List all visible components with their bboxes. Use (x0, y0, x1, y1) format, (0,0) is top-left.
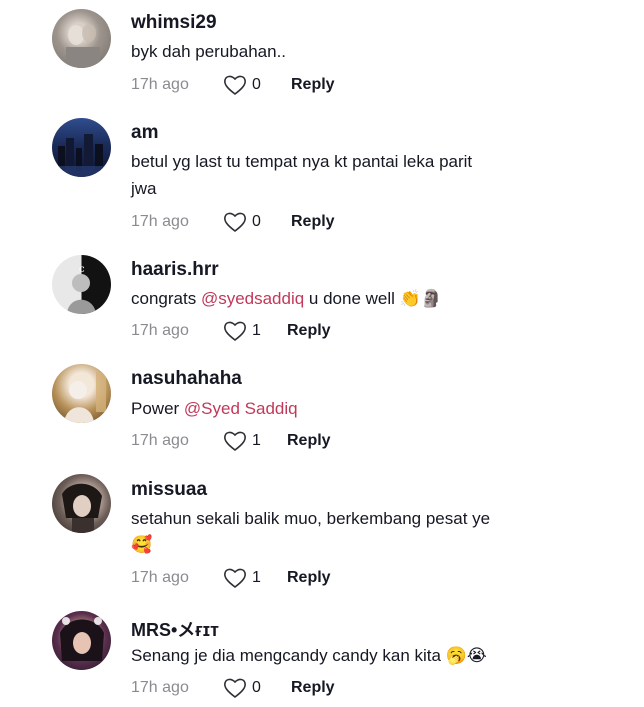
avatar[interactable] (52, 474, 111, 533)
reply-button[interactable]: Reply (287, 432, 331, 450)
heart-outline-icon[interactable] (223, 677, 247, 699)
comment-username[interactable]: nasuhahaha (131, 368, 242, 390)
comment-meta: 17h ago 1 Reply (131, 320, 431, 344)
comment-meta: 17h ago 0 Reply (131, 211, 431, 235)
comment-text-prefix: Power (131, 399, 184, 418)
reply-button[interactable]: Reply (287, 322, 331, 340)
avatar[interactable]: c (52, 255, 111, 314)
comment-timestamp: 17h ago (131, 76, 189, 93)
avatar[interactable] (52, 9, 111, 68)
comment-timestamp: 17h ago (131, 213, 189, 230)
like-count: 0 (252, 213, 261, 230)
comment-username[interactable]: am (131, 122, 158, 144)
reply-button[interactable]: Reply (287, 569, 331, 587)
comment-text: Senang je dia mengcandy candy kan kita 🥱… (131, 642, 551, 670)
comment-timestamp: 17h ago (131, 679, 189, 696)
comment-text: setahun sekali balik muo, berkembang pes… (131, 505, 551, 559)
comment-text: byk dah perubahan.. (131, 38, 551, 65)
svg-text:c: c (79, 264, 85, 275)
heart-outline-icon[interactable] (223, 320, 247, 342)
avatar[interactable] (52, 611, 111, 670)
comment-username[interactable]: haaris.hrr (131, 259, 219, 281)
comment-meta: 17h ago 0 Reply (131, 74, 431, 98)
comment-text-line: jwa (131, 179, 157, 198)
comment-text-prefix: Senang je dia mengcandy candy kan kita (131, 646, 446, 665)
comment-text-suffix: u done well (304, 289, 400, 308)
emoji-yawn-sob: 🥱😭 (445, 646, 487, 666)
comment-username[interactable]: missuaa (131, 479, 207, 501)
comment-text-line: betul yg last tu tempat nya kt pantai le… (131, 152, 473, 171)
comment-meta: 17h ago 1 Reply (131, 430, 431, 454)
reply-button[interactable]: Reply (291, 679, 335, 697)
comment-text-line: setahun sekali balik muo, berkembang pes… (131, 509, 491, 528)
mention-link[interactable]: @Syed Saddiq (184, 399, 298, 418)
comment-text-prefix: congrats (131, 289, 201, 308)
comment-meta: 17h ago 0 Reply (131, 677, 431, 701)
like-count: 0 (252, 679, 261, 696)
heart-outline-icon[interactable] (223, 430, 247, 452)
heart-outline-icon[interactable] (223, 74, 247, 96)
like-count: 1 (252, 322, 261, 339)
like-count: 0 (252, 76, 261, 93)
like-count: 1 (252, 432, 261, 449)
comment-text: Power @Syed Saddiq (131, 395, 551, 422)
comment-text-line: byk dah perubahan.. (131, 42, 287, 61)
avatar[interactable] (52, 118, 111, 177)
comment-timestamp: 17h ago (131, 432, 189, 449)
emoji-clap-moai: 👏🗿 (399, 289, 442, 309)
emoji-smiling-hearts: 🥰 (131, 535, 153, 555)
comment-timestamp: 17h ago (131, 569, 189, 586)
mention-link[interactable]: @syedsaddiq (201, 289, 304, 308)
heart-outline-icon[interactable] (223, 211, 247, 233)
like-count: 1 (252, 569, 261, 586)
comment-text: betul yg last tu tempat nya kt pantai le… (131, 148, 551, 202)
reply-button[interactable]: Reply (291, 76, 335, 94)
comment-meta: 17h ago 1 Reply (131, 567, 431, 591)
reply-button[interactable]: Reply (291, 213, 335, 231)
avatar[interactable] (52, 364, 111, 423)
comment-username[interactable]: MRS•メғɪᴛ (131, 616, 219, 642)
comment-username[interactable]: whimsi29 (131, 12, 217, 34)
comment-text: congrats @syedsaddiq u done well 👏🗿 (131, 285, 551, 313)
heart-outline-icon[interactable] (223, 567, 247, 589)
comment-timestamp: 17h ago (131, 322, 189, 339)
